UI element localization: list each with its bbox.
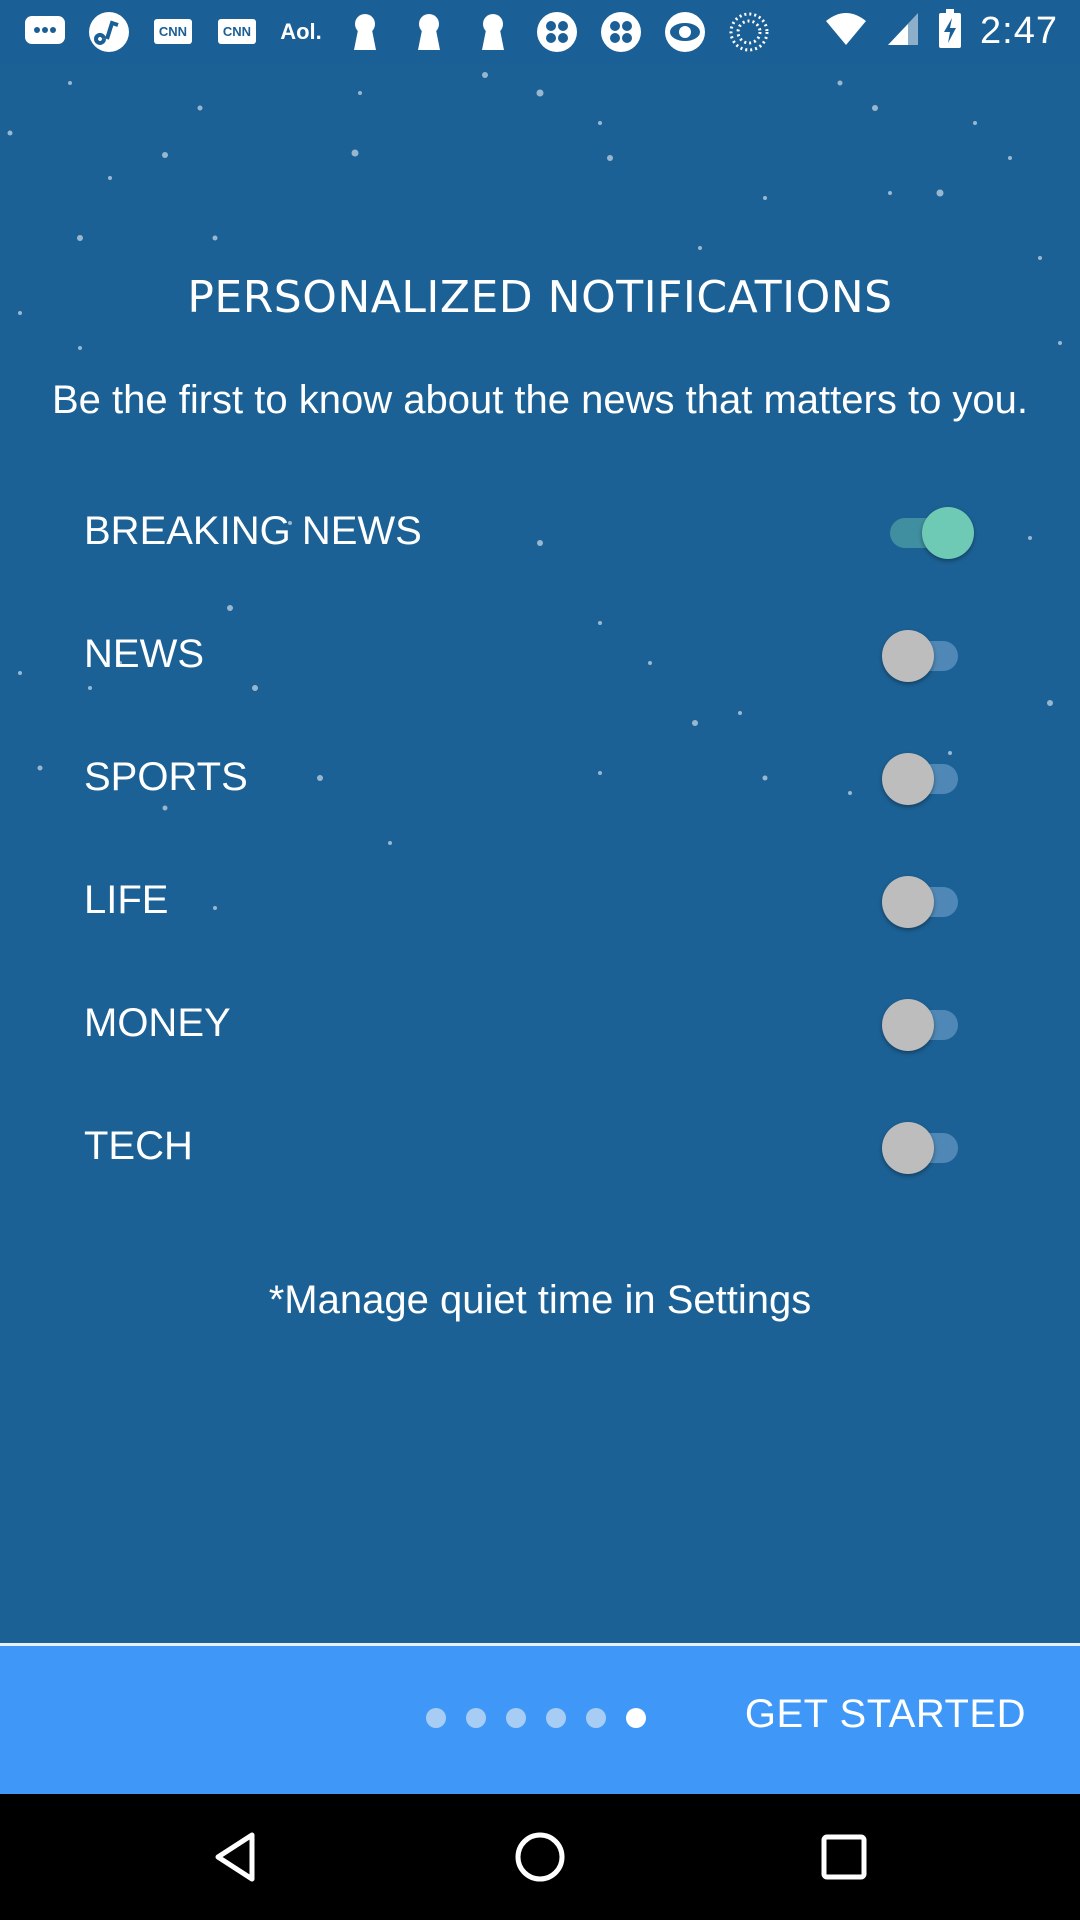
- page-dot-active: [626, 1708, 646, 1728]
- page-dot: [466, 1708, 486, 1728]
- category-label: SPORTS: [84, 755, 248, 799]
- category-row-breaking-news: BREAKING NEWS: [0, 470, 1080, 593]
- system-status: 2:47: [824, 0, 1058, 63]
- home-icon[interactable]: [510, 1827, 570, 1887]
- page-dot: [546, 1708, 566, 1728]
- breaking-news-toggle[interactable]: [882, 502, 974, 562]
- news-toggle[interactable]: [882, 625, 966, 685]
- cnn-icon: CNN: [216, 11, 258, 53]
- category-label: TECH: [84, 1124, 193, 1168]
- notification-category-list: BREAKING NEWS NEWS SPORTS LIFE MONEY TEC…: [0, 470, 1080, 1208]
- quiet-time-note: *Manage quiet time in Settings: [268, 1278, 812, 1322]
- category-label: MONEY: [84, 1001, 231, 1045]
- music-note-icon: [88, 11, 130, 53]
- page-dot: [426, 1708, 446, 1728]
- back-icon[interactable]: [206, 1827, 266, 1887]
- sports-toggle[interactable]: [882, 748, 966, 808]
- recents-icon[interactable]: [814, 1827, 874, 1887]
- keyhole-icon: [408, 11, 450, 53]
- clover-icon: [600, 11, 642, 53]
- category-label: NEWS: [84, 632, 204, 676]
- navigation-bar: [0, 1794, 1080, 1920]
- aol-icon: Aol.: [280, 18, 322, 44]
- category-row-news: NEWS: [0, 593, 1080, 716]
- category-label: BREAKING NEWS: [84, 509, 422, 553]
- tech-toggle[interactable]: [882, 1117, 966, 1177]
- page-dot: [506, 1708, 526, 1728]
- page-dot: [586, 1708, 606, 1728]
- category-label: LIFE: [84, 878, 169, 922]
- life-toggle[interactable]: [882, 871, 966, 931]
- cnn-icon: CNN: [152, 11, 194, 53]
- page-title: PERSONALIZED NOTIFICATIONS: [187, 272, 893, 323]
- clover-icon: [536, 11, 578, 53]
- category-row-tech: TECH: [0, 1085, 1080, 1208]
- battery-charging-icon: [938, 9, 962, 54]
- get-started-button[interactable]: GET STARTED: [745, 1692, 1026, 1737]
- keyhole-icon: [344, 11, 386, 53]
- onboarding-footer: GET STARTED: [0, 1646, 1080, 1794]
- status-bar: CNN CNN Aol. 2:47: [0, 0, 1080, 63]
- page-indicator: [426, 1708, 646, 1728]
- notification-icons: CNN CNN Aol.: [0, 11, 770, 53]
- clock: 2:47: [980, 10, 1058, 52]
- cbs-eye-icon: [664, 11, 706, 53]
- chat-bubble-icon: [24, 11, 66, 53]
- page-subtitle: Be the first to know about the news that…: [51, 378, 1029, 422]
- category-row-life: LIFE: [0, 839, 1080, 962]
- wifi-icon: [824, 11, 868, 52]
- category-row-money: MONEY: [0, 962, 1080, 1085]
- money-toggle[interactable]: [882, 994, 966, 1054]
- signal-icon: [886, 11, 920, 52]
- category-row-sports: SPORTS: [0, 716, 1080, 839]
- dotted-circle-icon: [728, 11, 770, 53]
- keyhole-icon: [472, 11, 514, 53]
